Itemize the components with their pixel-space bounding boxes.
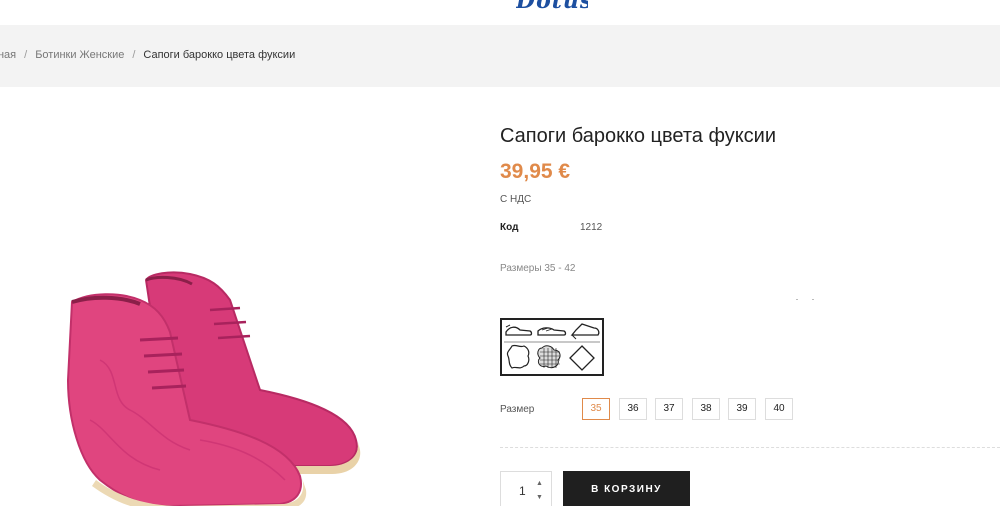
size-option-39[interactable]: 39 <box>728 398 756 420</box>
material-care-pictograms-icon <box>500 318 604 376</box>
sizes-range-note: Размеры 35 - 42 <box>500 263 576 274</box>
breadcrumb-current: Сапоги барокко цвета фуксии <box>143 49 296 61</box>
pink-boots-image <box>66 271 361 506</box>
size-option-37[interactable]: 37 <box>655 398 683 420</box>
product-price: 39,95 € <box>500 160 571 183</box>
chevron-down-icon[interactable]: ▼ <box>536 494 543 501</box>
size-option-35[interactable]: 35 <box>582 398 610 420</box>
breadcrumb-category[interactable]: Ботинки Женские <box>35 49 124 61</box>
quantity-stepper[interactable]: 1 ▲ ▼ <box>500 471 552 506</box>
site-logo[interactable]: Dotus <box>516 0 588 12</box>
decorative-dot <box>812 299 814 300</box>
breadcrumb-separator: / <box>24 49 28 61</box>
size-option-40[interactable]: 40 <box>765 398 793 420</box>
chevron-up-icon[interactable]: ▲ <box>536 480 543 487</box>
product-code-value: 1212 <box>580 222 603 233</box>
breadcrumb-bar: авная / Ботинки Женские / Сапоги барокко цве… <box>0 25 1000 87</box>
size-option-36[interactable]: 36 <box>619 398 647 420</box>
product-code-label: Код <box>500 222 519 233</box>
breadcrumb-home[interactable]: авная <box>0 49 16 61</box>
quantity-value[interactable]: 1 <box>519 484 526 498</box>
section-divider <box>500 447 1000 448</box>
decorative-dot <box>796 299 798 300</box>
add-to-cart-button[interactable]: В КОРЗИНУ <box>563 471 690 506</box>
breadcrumb: авная / Ботинки Женские / Сапоги барокко цве… <box>0 49 295 61</box>
size-label: Размер <box>500 404 535 415</box>
size-option-38[interactable]: 38 <box>692 398 720 420</box>
product-title: Сапоги барокко цвета фуксии <box>500 125 777 147</box>
logo-text: Dotus <box>516 0 588 12</box>
vat-note: С НДС <box>500 194 532 205</box>
product-image[interactable] <box>60 240 370 506</box>
breadcrumb-separator: / <box>132 49 136 61</box>
